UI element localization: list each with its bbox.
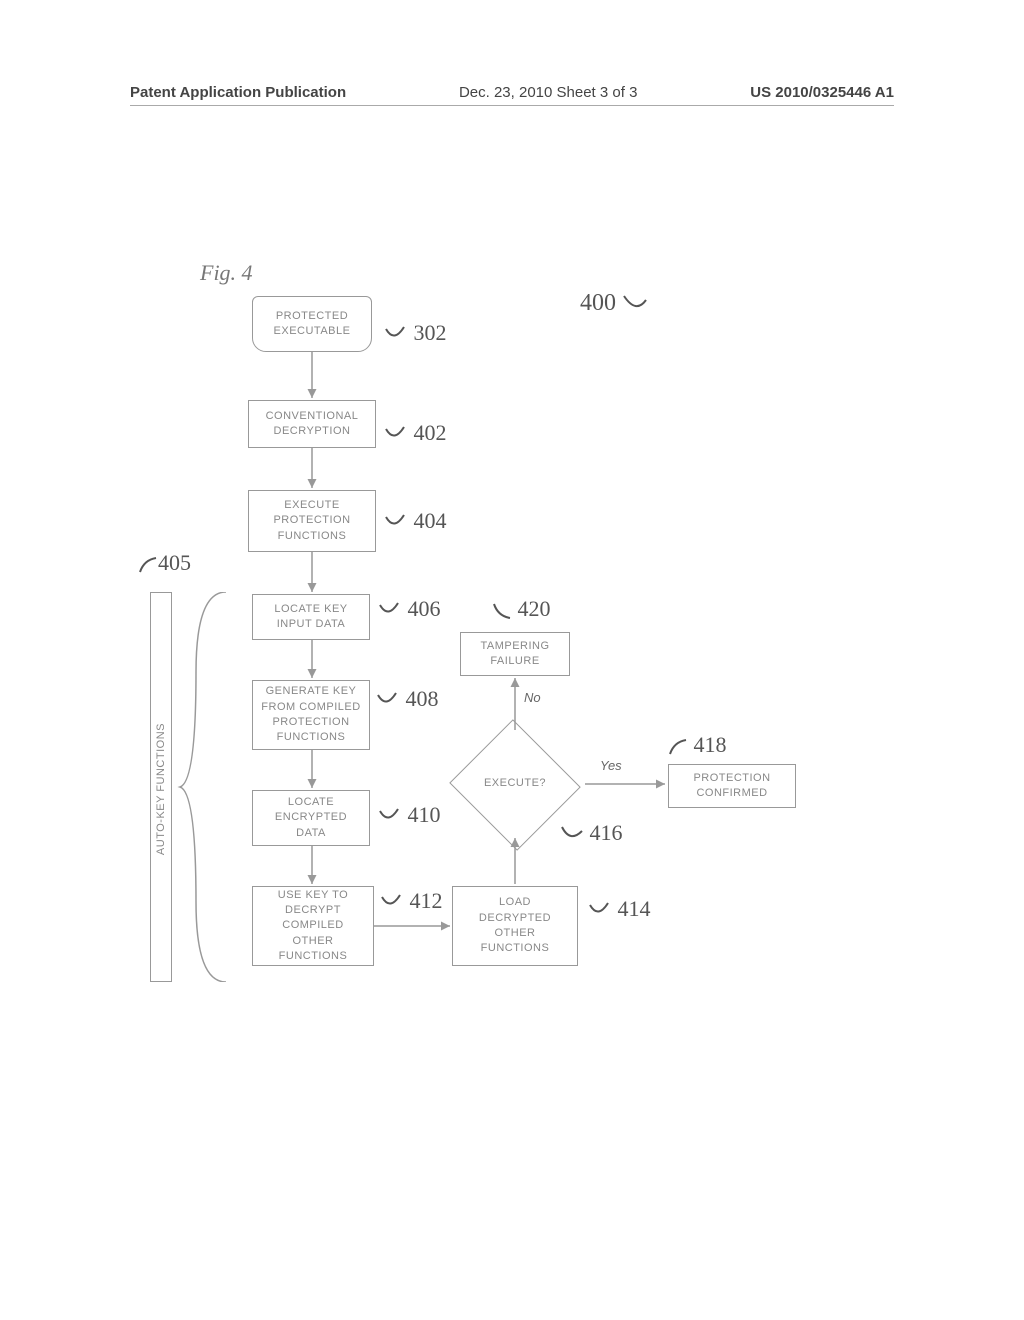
ref-402: 402 [384,420,447,446]
node-generate-key: GENERATE KEY FROM COMPILED PROTECTION FU… [252,680,370,750]
ref-418: 418 [666,732,727,758]
node-use-key-decrypt: USE KEY TO DECRYPT COMPILED OTHER FUNCTI… [252,886,374,966]
tick-icon [378,807,402,827]
autokey-group-box: AUTO-KEY FUNCTIONS [150,592,172,982]
tick-icon [384,425,408,445]
node-execute-protection-functions: EXECUTE PROTECTION FUNCTIONS [248,490,376,552]
ref-414: 414 [588,896,651,922]
brace-icon [176,592,236,982]
node-tampering-failure: TAMPERING FAILURE [460,632,570,676]
ref-406: 406 [378,596,441,622]
node-locate-key-input: LOCATE KEY INPUT DATA [252,594,370,640]
ref-404: 404 [384,508,447,534]
node-load-decrypted: LOAD DECRYPTED OTHER FUNCTIONS [452,886,578,966]
ref-416: 416 [560,820,623,846]
node-locate-encrypted-data: LOCATE ENCRYPTED DATA [252,790,370,846]
tick-icon [560,825,584,845]
tick-icon [378,601,402,621]
node-protected-executable: PROTECTED EXECUTABLE [252,296,372,352]
tick-icon [380,893,404,913]
ref-405: 405 [136,550,191,576]
tick-icon [376,691,400,711]
ref-410: 410 [378,802,441,828]
autokey-group-label: AUTO-KEY FUNCTIONS [155,723,167,855]
ref-412: 412 [380,888,443,914]
page: Patent Application Publication Dec. 23, … [0,0,1024,1320]
tick-icon [136,556,158,574]
node-conventional-decryption: CONVENTIONAL DECRYPTION [248,400,376,448]
edge-no: No [524,690,541,705]
ref-408: 408 [376,686,439,712]
tick-icon [384,513,408,533]
ref-302: 302 [384,320,447,346]
edge-yes: Yes [600,758,622,773]
page-header: Patent Application Publication Dec. 23, … [130,84,894,106]
flowchart: AUTO-KEY FUNCTIONS 405 PROTECTED EXECUTA… [120,290,900,1130]
header-left: Patent Application Publication [130,84,346,101]
figure-label: Fig. 4 [200,260,253,286]
document-shape: PROTECTED EXECUTABLE [252,296,372,352]
tick-icon [588,901,612,921]
tick-icon [490,602,512,620]
flowchart-connectors [120,290,900,1130]
tick-icon [384,325,408,345]
tick-icon [666,738,688,756]
header-right: US 2010/0325446 A1 [750,84,894,101]
header-mid: Dec. 23, 2010 Sheet 3 of 3 [459,84,637,101]
ref-420: 420 [490,596,551,622]
node-protection-confirmed: PROTECTION CONFIRMED [668,764,796,808]
